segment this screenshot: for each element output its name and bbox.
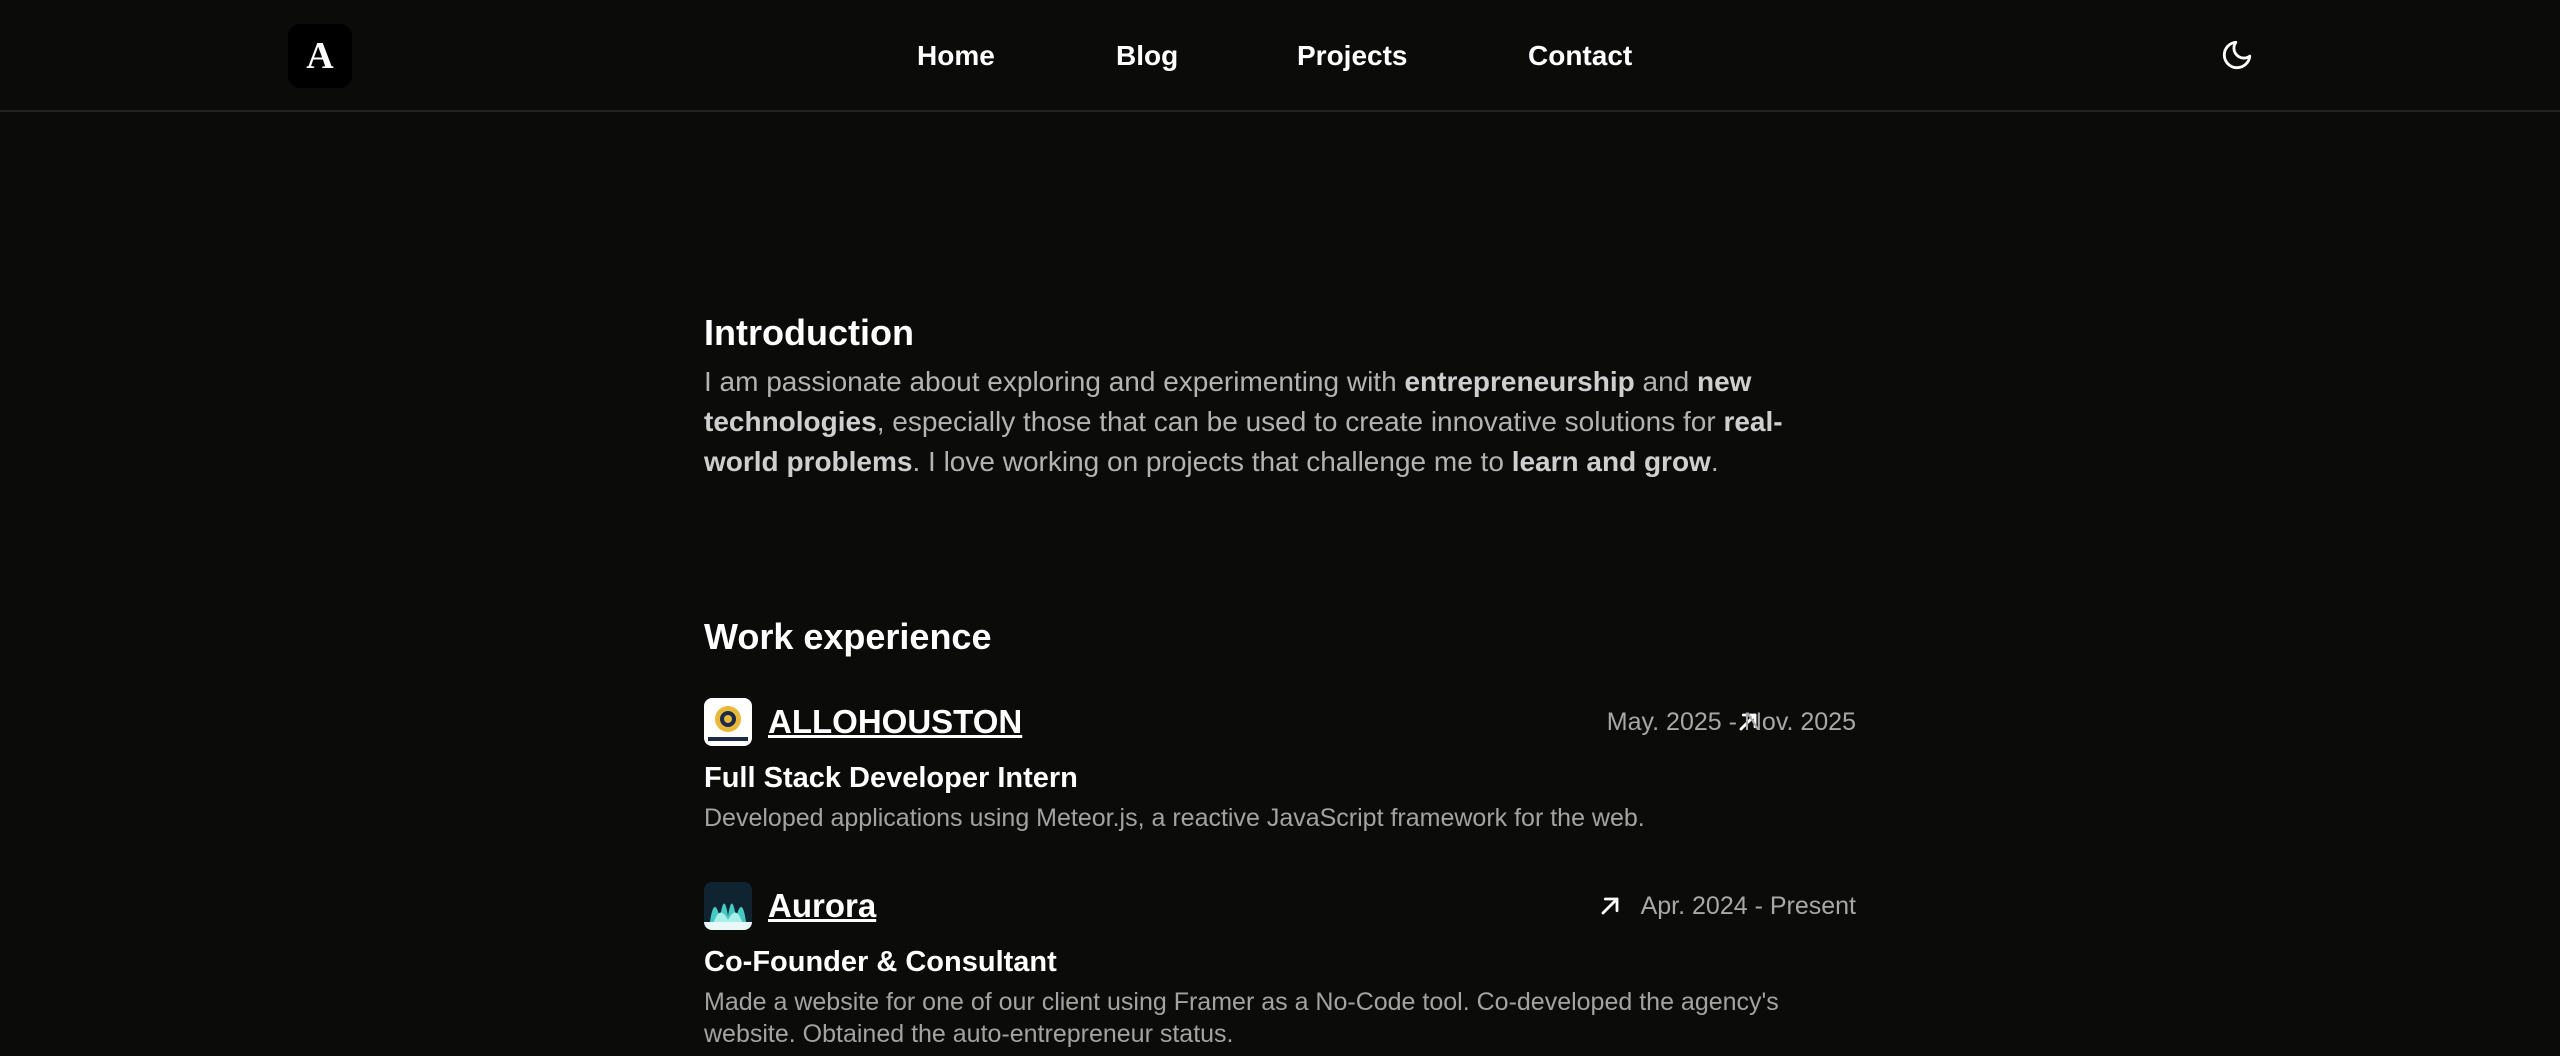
job-role: Co-Founder & Consultant bbox=[704, 946, 1057, 978]
introduction-text: I am passionate about exploring and expe… bbox=[704, 366, 1783, 477]
external-link-button[interactable] bbox=[1596, 892, 1624, 920]
top-navigation-bar: A Home Blog Projects Contact bbox=[0, 0, 2560, 112]
work-experience-title: Work experience bbox=[704, 616, 992, 657]
company-name-link[interactable]: ALLOHOUSTON bbox=[768, 698, 1022, 746]
job-role: Full Stack Developer Intern bbox=[704, 762, 1078, 794]
aurora-logo-icon bbox=[704, 882, 752, 930]
job-description: Developed applications using Meteor.js, … bbox=[704, 804, 1645, 832]
job-dates: Apr. 2024 - Present bbox=[1640, 892, 1856, 920]
moon-icon bbox=[2222, 40, 2252, 70]
job-description: Made a website for one of our client usi… bbox=[704, 988, 1779, 1048]
job-entry: Aurora Apr. 2024 - Present Co-Founder & … bbox=[704, 882, 1856, 1052]
theme-toggle-button[interactable] bbox=[2220, 38, 2254, 72]
nav-projects-link[interactable]: Projects bbox=[1297, 40, 1408, 72]
nav-contact-link[interactable]: Contact bbox=[1528, 40, 1632, 72]
site-logo[interactable]: A bbox=[288, 24, 352, 88]
nav-blog-link[interactable]: Blog bbox=[1116, 40, 1178, 72]
job-dates: May. 2025 - Nov. 2025 bbox=[1606, 708, 1856, 736]
company-name-link[interactable]: Aurora bbox=[768, 882, 876, 930]
introduction-title: Introduction bbox=[704, 312, 914, 353]
nav-home-link[interactable]: Home bbox=[917, 40, 995, 72]
job-entry: ALLOHOUSTON May. 2025 - Nov. 2025 Full S… bbox=[704, 698, 1856, 838]
allohouston-logo-icon bbox=[704, 698, 752, 746]
arrow-up-right-icon bbox=[1601, 897, 1619, 915]
